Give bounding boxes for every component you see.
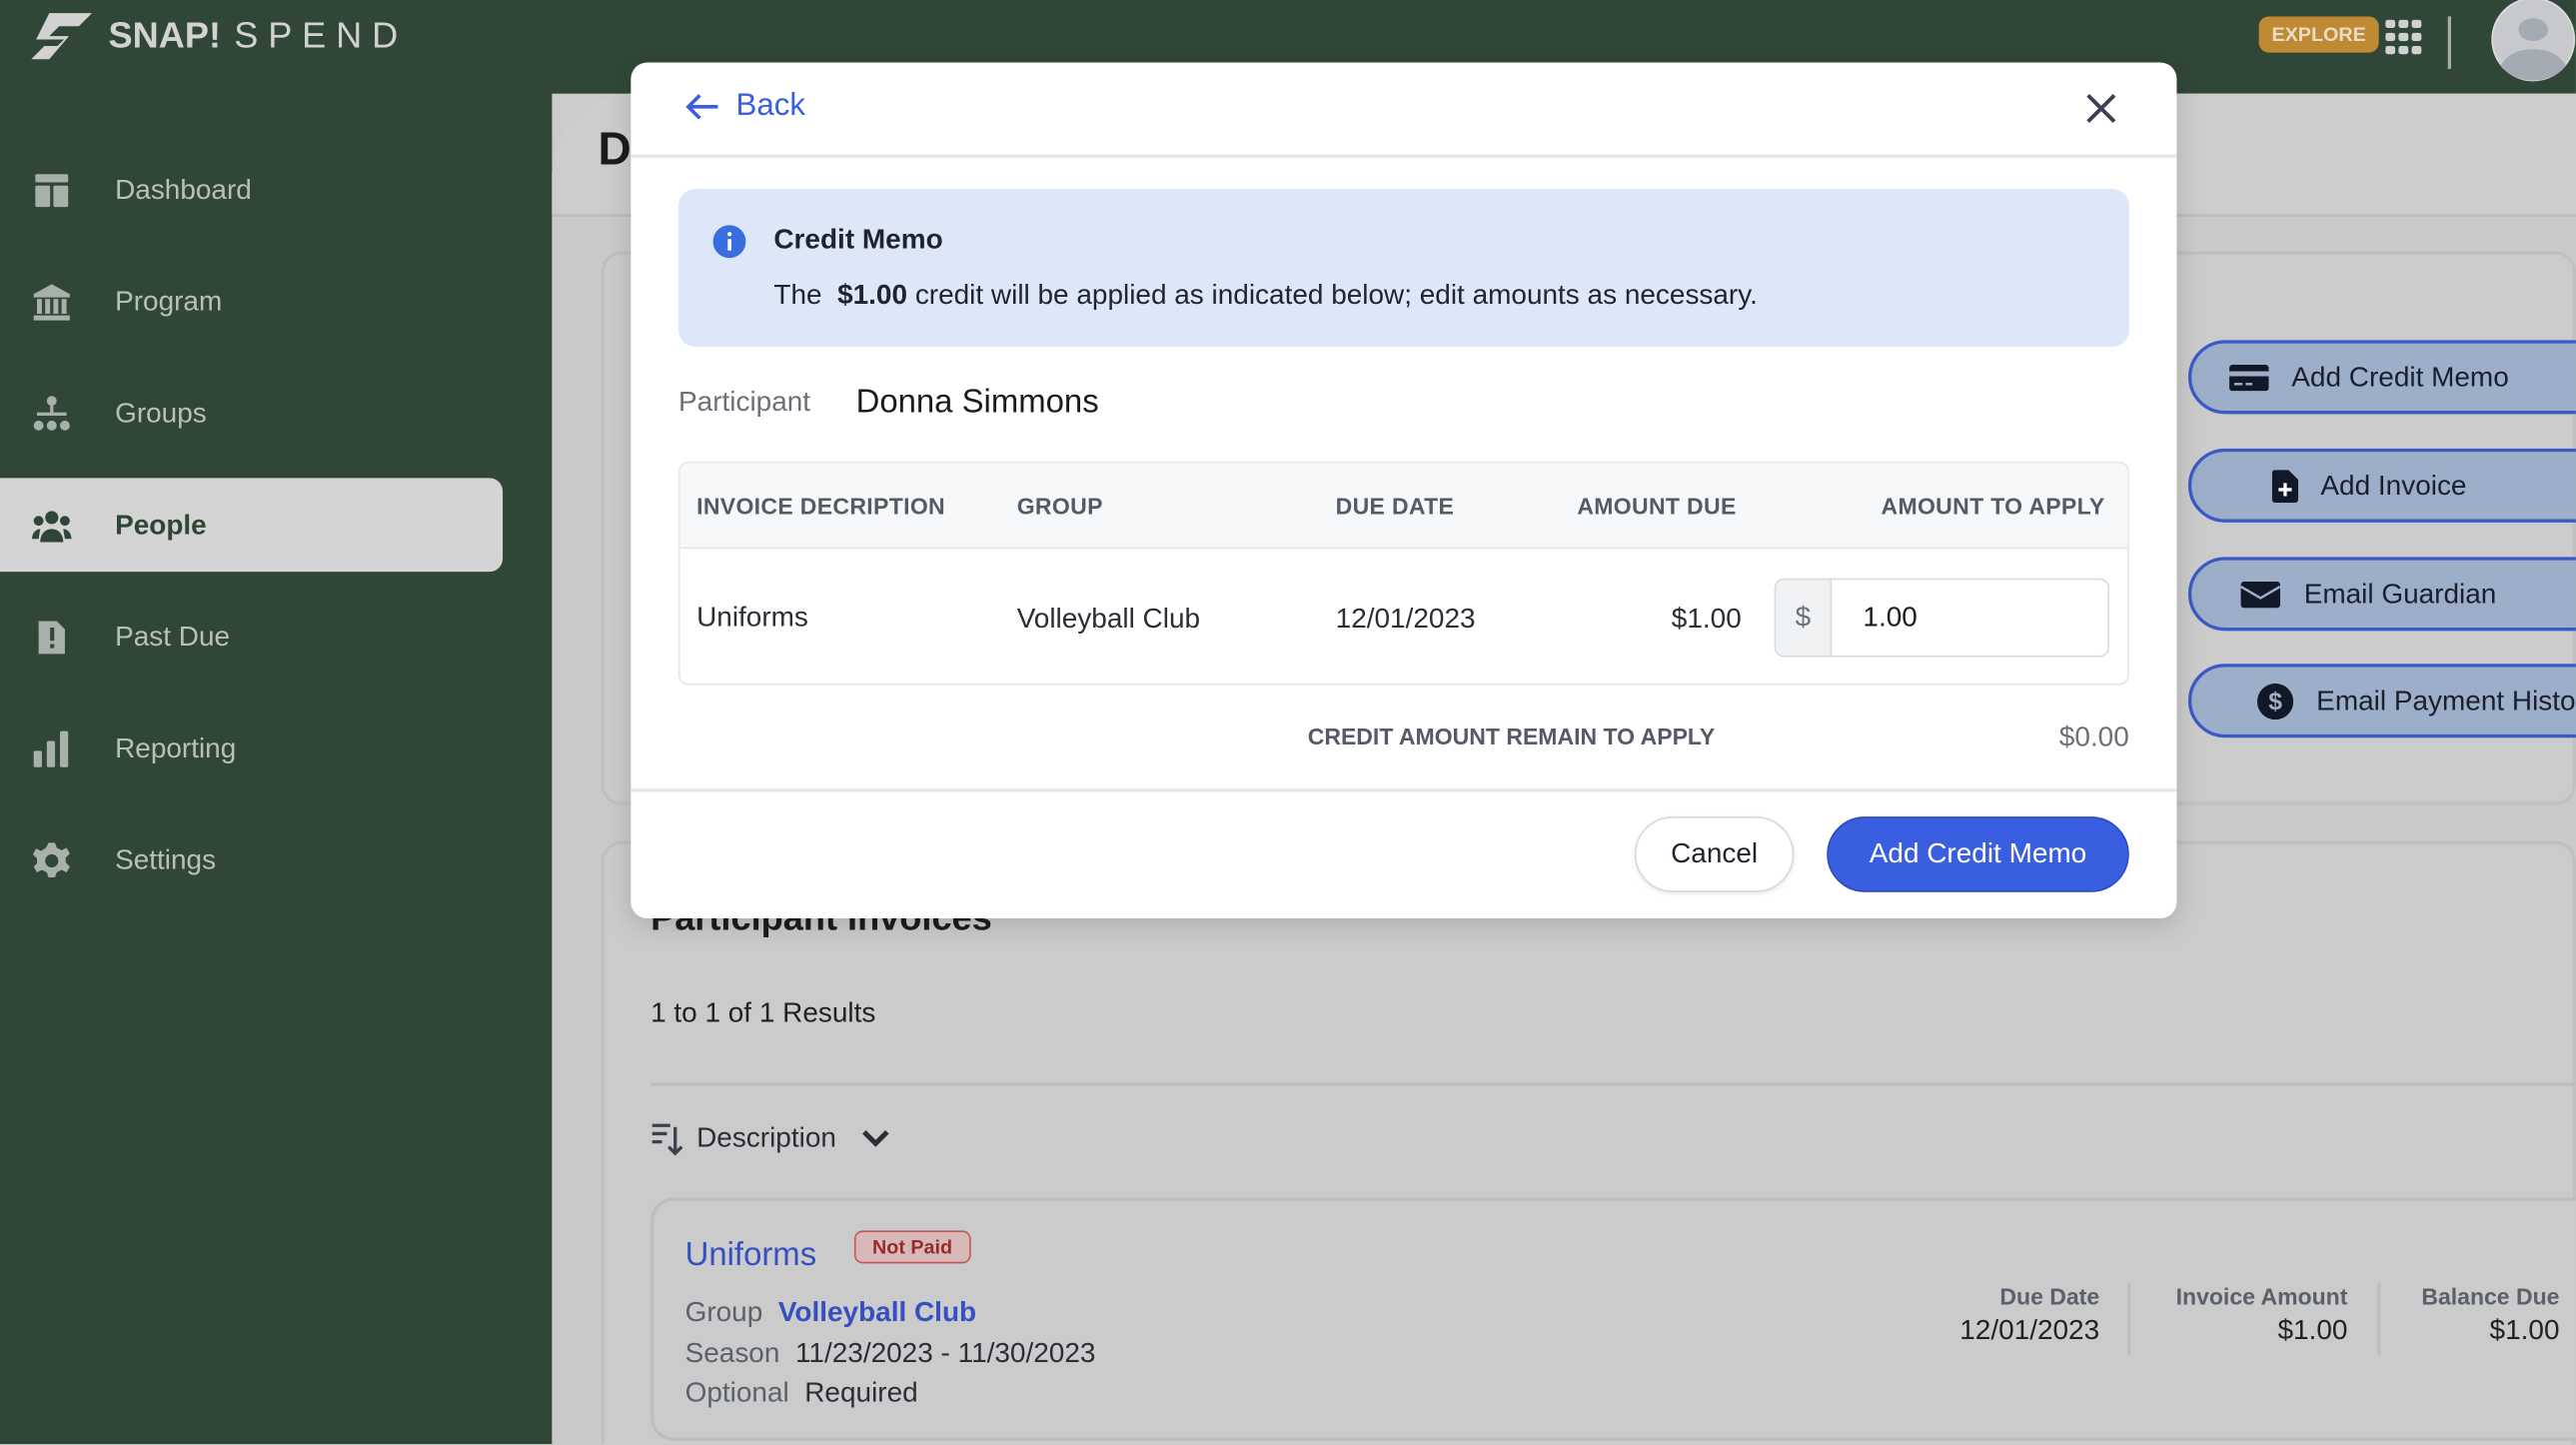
button-label: Email Guardian — [2303, 577, 2497, 610]
back-button[interactable]: Back — [683, 89, 805, 125]
divider — [2127, 1283, 2131, 1356]
participant-name: Donna Simmons — [855, 384, 1099, 421]
divider — [650, 1082, 2576, 1086]
logo[interactable]: SNAP! SPEND — [26, 10, 408, 63]
nav-label: Program — [115, 285, 223, 317]
bar-chart-icon — [33, 730, 69, 767]
email-guardian-button[interactable]: Email Guardian — [2187, 557, 2576, 632]
header-amount-due: AMOUNT DUE — [1577, 493, 1737, 520]
button-label: Add Invoice — [2320, 469, 2467, 501]
button-label: Email Payment History — [2316, 684, 2576, 717]
invoice-amount-column: Invoice Amount $1.00 — [2175, 1283, 2348, 1346]
nav-label: Reporting — [115, 731, 237, 763]
apps-grid-icon[interactable] — [2385, 19, 2422, 56]
envelope-icon — [2241, 581, 2281, 608]
explore-button[interactable]: EXPLORE — [2258, 16, 2379, 53]
header-due-date: DUE DATE — [1335, 493, 1455, 520]
remain-value: $0.00 — [2058, 721, 2129, 752]
bank-icon — [33, 284, 70, 321]
sort-dropdown[interactable]: Description — [650, 1120, 892, 1156]
chevron-down-icon — [862, 1130, 889, 1147]
amount-value[interactable]: 1.00 — [1832, 580, 1917, 656]
divider — [2447, 16, 2451, 70]
nav-label: Groups — [115, 397, 207, 429]
header-amount-to-apply: AMOUNT TO APPLY — [1881, 493, 2105, 520]
due-date-column: Due Date 12/01/2023 — [1959, 1283, 2100, 1346]
cancel-button[interactable]: Cancel — [1634, 816, 1795, 892]
info-banner: Credit Memo The $1.00 credit will be app… — [678, 189, 2129, 347]
season-label: Season — [684, 1336, 780, 1368]
cell-description: Uniforms — [696, 601, 808, 633]
add-credit-memo-button[interactable]: Add Credit Memo — [2187, 340, 2576, 415]
arrow-left-icon — [685, 94, 718, 120]
info-title: Credit Memo — [773, 223, 943, 255]
nav-label: Dashboard — [115, 173, 252, 205]
sidebar-item-settings[interactable]: Settings — [0, 813, 503, 907]
sidebar-item-reporting[interactable]: Reporting — [0, 702, 503, 795]
divider — [631, 154, 2177, 158]
sidebar-item-past-due[interactable]: Past Due — [0, 590, 503, 684]
credit-card-icon — [2228, 364, 2269, 391]
season-value: 11/23/2023 - 11/30/2023 — [794, 1336, 1096, 1368]
remain-label: CREDIT AMOUNT REMAIN TO APPLY — [1307, 722, 1716, 749]
dashboard-icon — [35, 174, 69, 208]
page-title: D — [598, 123, 632, 175]
alert-file-icon — [38, 621, 65, 655]
invoice-list-item[interactable]: Uniforms Not Paid Group Volleyball Club … — [650, 1197, 2576, 1441]
table-header: INVOICE DECRIPTION GROUP DUE DATE AMOUNT… — [679, 463, 2128, 550]
group-link[interactable]: Volleyball Club — [778, 1296, 976, 1327]
cell-amount-due: $1.00 — [1671, 603, 1742, 635]
info-icon — [712, 225, 746, 259]
group-label: Group — [684, 1296, 763, 1328]
button-label: Add Credit Memo — [2291, 360, 2509, 393]
dollar-circle-icon: $ — [2256, 683, 2294, 720]
invoice-table: INVOICE DECRIPTION GROUP DUE DATE AMOUNT… — [678, 461, 2129, 686]
add-credit-memo-submit-button[interactable]: Add Credit Memo — [1827, 816, 2129, 892]
cell-due-date: 12/01/2023 — [1335, 603, 1476, 635]
status-badge: Not Paid — [853, 1230, 971, 1264]
brand-bold: SNAP! — [108, 14, 222, 56]
credit-memo-modal: Back Credit Memo The $1.00 credit will b… — [631, 62, 2177, 919]
optional-label: Optional — [684, 1376, 789, 1408]
nav-label: People — [115, 508, 207, 541]
sidebar-item-dashboard[interactable]: Dashboard — [0, 143, 503, 237]
sidebar-item-program[interactable]: Program — [0, 255, 503, 349]
brand-light: SPEND — [234, 14, 409, 56]
info-text: The $1.00 credit will be applied as indi… — [773, 279, 1758, 311]
add-invoice-button[interactable]: Add Invoice — [2187, 448, 2576, 523]
divider — [631, 788, 2177, 791]
amount-to-apply-input[interactable]: $ 1.00 — [1774, 578, 2110, 658]
cell-group: Volleyball Club — [1016, 603, 1201, 635]
nav-label: Past Due — [115, 620, 231, 652]
svg-text:$: $ — [2268, 688, 2282, 715]
optional-value: Required — [804, 1376, 918, 1408]
header-group: GROUP — [1016, 493, 1103, 520]
sidebar-item-people[interactable]: People — [0, 478, 504, 573]
header-description: INVOICE DECRIPTION — [696, 493, 946, 520]
sort-label: Description — [696, 1121, 836, 1154]
participant-label: Participant — [678, 386, 811, 418]
snap-logo-icon — [31, 13, 93, 60]
back-label: Back — [735, 88, 806, 124]
hierarchy-icon — [33, 396, 70, 431]
invoice-title-link[interactable]: Uniforms — [685, 1237, 817, 1275]
sort-icon — [651, 1123, 683, 1156]
email-payment-history-button[interactable]: $ Email Payment History — [2187, 664, 2576, 738]
close-icon[interactable] — [2084, 92, 2117, 125]
sidebar-item-groups[interactable]: Groups — [0, 367, 503, 461]
nav-label: Settings — [115, 843, 217, 875]
avatar[interactable] — [2490, 0, 2576, 82]
divider — [2377, 1283, 2381, 1356]
results-count: 1 to 1 of 1 Results — [650, 996, 876, 1029]
people-icon — [32, 511, 72, 543]
file-plus-icon — [2271, 469, 2298, 503]
currency-prefix: $ — [1776, 580, 1833, 656]
gear-icon — [32, 842, 70, 877]
balance-due-column: Balance Due $1.00 — [2421, 1283, 2560, 1346]
